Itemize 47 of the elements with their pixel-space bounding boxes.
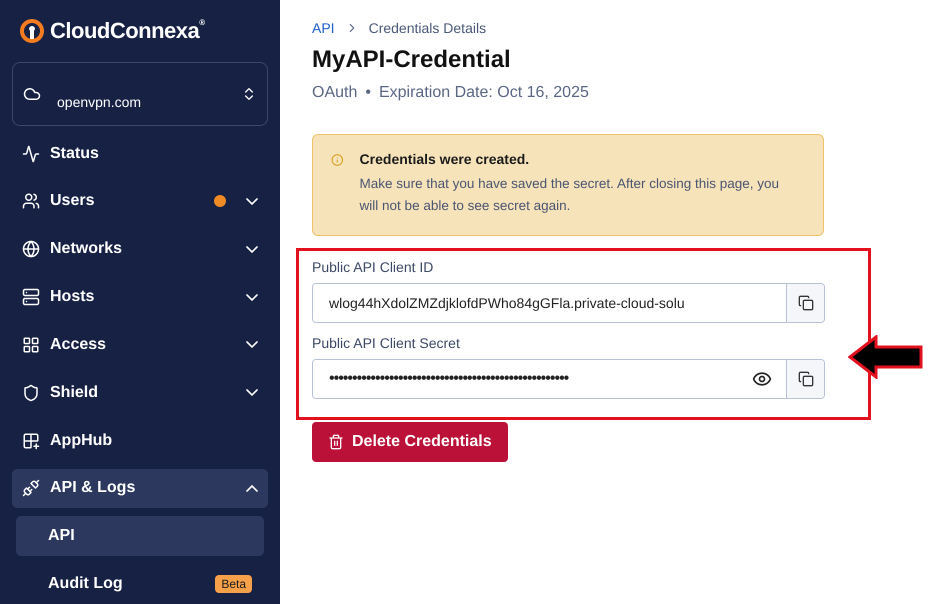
workspace-selector[interactable]: openvpn.com: [12, 62, 268, 126]
sidebar-item[interactable]: Hosts: [12, 277, 268, 317]
logo-icon: [20, 18, 44, 43]
server-icon: [22, 288, 40, 306]
breadcrumb-link[interactable]: API: [312, 20, 335, 36]
activity-icon: [22, 144, 40, 163]
sidebar-item[interactable]: Networks: [12, 229, 268, 270]
alert-title: Credentials were created.: [360, 151, 530, 167]
sidebar-subitem[interactable]: API: [16, 516, 264, 556]
grid-icon: [22, 336, 40, 354]
copy-icon: [798, 295, 814, 311]
sidebar-item[interactable]: Access: [12, 325, 268, 365]
chevron-up-icon: [246, 484, 258, 492]
input-field[interactable]: ••••••••••••••••••••••••••••••••••••••••••••••••••••: [312, 359, 825, 399]
globe-icon: [22, 240, 40, 258]
brand-name: CloudConnexa®: [50, 18, 205, 44]
chevron-down-icon: [246, 246, 258, 253]
grid-plus-icon: [22, 432, 40, 450]
sidebar-item[interactable]: AppHub: [12, 420, 268, 461]
shield-icon: [22, 384, 40, 402]
notification-dot: [214, 195, 226, 208]
input-field[interactable]: wlog44hXdolZMZdjklofdPWho84gGFla.private-cloud-solu: [312, 283, 825, 323]
sidebar-subitem[interactable]: Audit Log Beta: [16, 564, 264, 604]
copy-icon: [798, 371, 814, 387]
chevron-down-icon: [246, 198, 258, 205]
chevron-down-icon: [246, 341, 258, 348]
sidebar-item[interactable]: API & Logs: [12, 468, 268, 508]
sidebar-item[interactable]: Shield: [12, 372, 268, 413]
copy-button[interactable]: [786, 284, 824, 322]
sidebar-item[interactable]: Users: [12, 181, 268, 222]
chevron-down-icon: [246, 389, 258, 396]
field-label: Public API Client ID: [312, 259, 434, 275]
alert-message: Make sure that you have saved the secret. After closing this page, you will not be able to see secret again.: [360, 175, 780, 215]
sidebar-item[interactable]: Status: [12, 134, 268, 174]
page-title: MyAPI-Credential: [312, 46, 512, 74]
separator-dot: •: [365, 84, 371, 102]
plug-icon: [22, 479, 40, 498]
meta-text: OAuth: [312, 84, 358, 102]
field-label: Public API Client Secret: [312, 335, 461, 351]
users-icon: [22, 192, 40, 210]
beta-badge: Beta: [215, 575, 252, 594]
copy-button[interactable]: [786, 360, 824, 398]
breadcrumb-current: Credentials Details: [368, 20, 486, 36]
meta-text: Expiration Date: Oct 16, 2025: [378, 84, 589, 102]
delete-button[interactable]: Delete Credentials: [312, 422, 508, 462]
chevron-down-icon: [246, 294, 258, 301]
trash-icon: [328, 434, 344, 450]
